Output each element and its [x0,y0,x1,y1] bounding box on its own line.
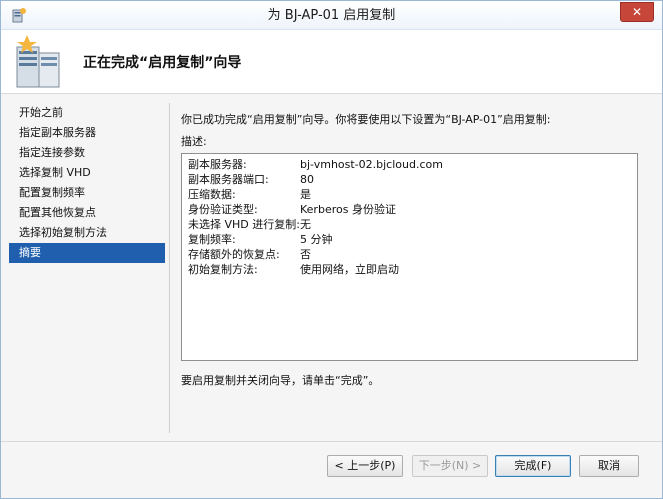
finish-instruction: 要启用复制并关闭向导，请单击“完成”。 [181,374,380,387]
setting-value: bj-vmhost-02.bjcloud.com [300,158,443,171]
footer-divider [1,441,662,442]
setting-key: 副本服务器端口: [188,173,269,186]
setting-key: 压缩数据: [188,188,236,201]
server-wizard-icon [16,35,60,88]
setting-value: 使用网络，立即启动 [300,263,399,276]
close-button[interactable]: ✕ [620,2,654,22]
step-initial-replication[interactable]: 选择初始复制方法 [9,223,165,243]
setting-value: 是 [300,188,311,201]
step-specify-replica-server[interactable]: 指定副本服务器 [9,123,165,143]
wizard-header: 正在完成“启用复制”向导 [1,30,662,94]
wizard-page-title: 正在完成“启用复制”向导 [83,55,242,71]
step-recovery-points[interactable]: 配置其他恢复点 [9,203,165,223]
title-bar[interactable]: 为 BJ-AP-01 启用复制 ✕ [1,1,662,30]
settings-description-box[interactable]: 副本服务器: bj-vmhost-02.bjcloud.com 副本服务器端口:… [181,153,638,361]
next-button[interactable]: 下一步(N) > [412,455,488,477]
step-frequency[interactable]: 配置复制频率 [9,183,165,203]
setting-key: 存储额外的恢复点: [188,248,280,261]
step-before-you-begin[interactable]: 开始之前 [9,103,165,123]
setting-value: 否 [300,248,311,261]
setting-key: 初始复制方法: [188,263,258,276]
step-choose-vhds[interactable]: 选择复制 VHD [9,163,165,183]
wizard-window: 为 BJ-AP-01 启用复制 ✕ 正在完成“启用复制”向导 开始之前 指定副本… [0,0,663,499]
summary-intro: 你已成功完成“启用复制”向导。你将要使用以下设置为“BJ-AP-01”启用复制: [181,113,551,126]
previous-button[interactable]: < 上一步(P) [327,455,403,477]
finish-button[interactable]: 完成(F) [495,455,571,477]
cancel-button[interactable]: 取消 [579,455,639,477]
setting-key: 副本服务器: [188,158,247,171]
sidebar-divider [169,103,170,433]
setting-value: 5 分钟 [300,233,333,246]
setting-value: 80 [300,173,314,186]
description-label: 描述: [181,135,207,148]
setting-value: Kerberos 身份验证 [300,203,396,216]
setting-key: 未选择 VHD 进行复制: [188,218,300,231]
setting-key: 复制频率: [188,233,236,246]
window-title: 为 BJ-AP-01 启用复制 [267,8,396,23]
setting-value: 无 [300,218,311,231]
step-specify-connection[interactable]: 指定连接参数 [9,143,165,163]
step-summary[interactable]: 摘要 [9,243,165,263]
wizard-steps-nav: 开始之前 指定副本服务器 指定连接参数 选择复制 VHD 配置复制频率 配置其他… [9,103,165,433]
setting-key: 身份验证类型: [188,203,258,216]
